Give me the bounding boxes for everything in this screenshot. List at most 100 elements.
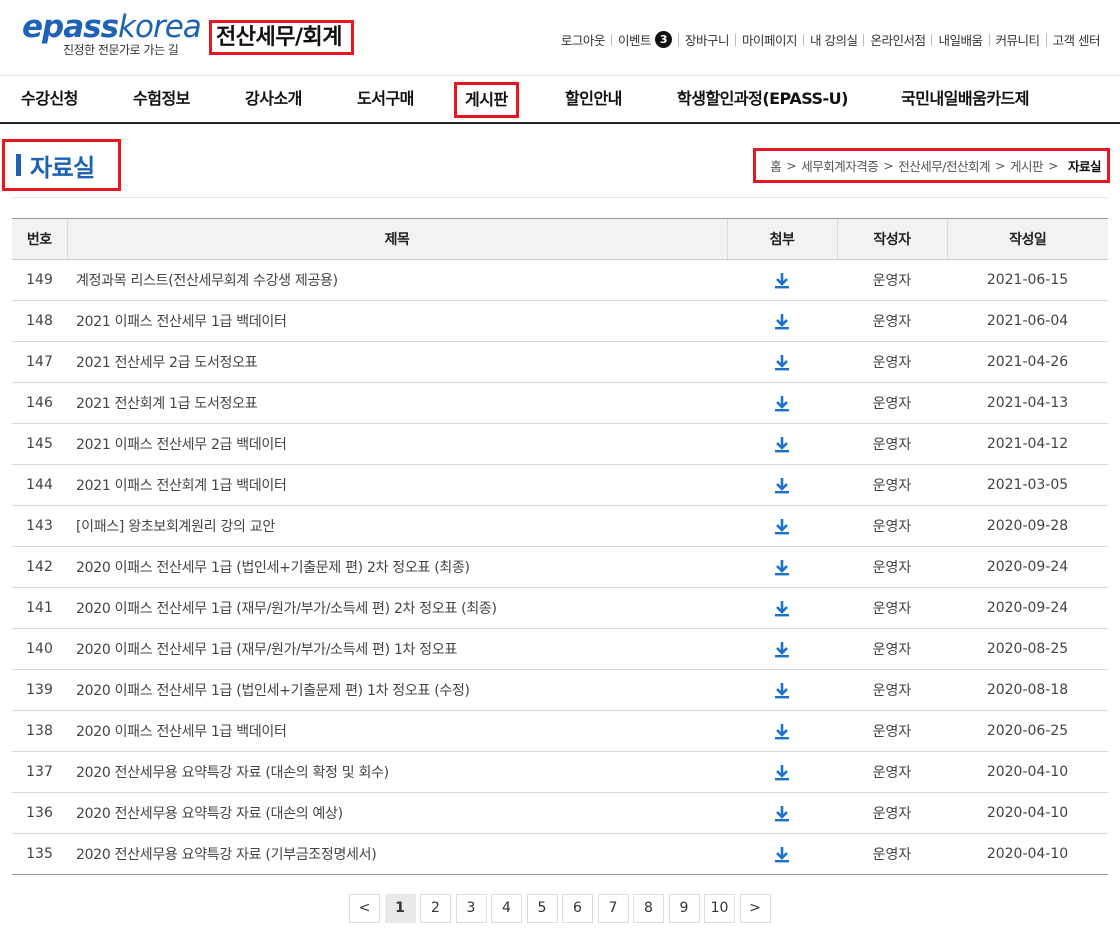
row-attachment [727, 259, 837, 301]
nav-student-discount[interactable]: 학생할인과정(EPASS-U) [677, 76, 848, 122]
row-title-link[interactable]: 2020 이패스 전산세무 1급 백데이터 [67, 710, 727, 752]
row-attachment [727, 751, 837, 793]
row-title-link[interactable]: 2021 이패스 전산세무 2급 백데이터 [67, 423, 727, 465]
page-10-button[interactable]: 10 [704, 894, 735, 923]
download-icon[interactable] [773, 394, 791, 412]
page-2-button[interactable]: 2 [420, 894, 451, 923]
row-number: 147 [12, 341, 67, 383]
row-title-link[interactable]: 2020 이패스 전산세무 1급 (재무/원가/부가/소득세 편) 1차 정오표 [67, 628, 727, 670]
row-title-link[interactable]: 계정과목 리스트(전산세무회계 수강생 제공용) [67, 259, 727, 301]
customer-center-link[interactable]: 고객 센터 [1053, 30, 1101, 49]
table-body: 149 계정과목 리스트(전산세무회계 수강생 제공용) 운영자 2021-06-15… [12, 259, 1108, 875]
row-date: 2020-04-10 [947, 833, 1108, 875]
row-title-link[interactable]: 2020 전산세무용 요약특강 자료 (대손의 확정 및 회수) [67, 751, 727, 793]
my-classroom-link[interactable]: 내 강의실 [810, 30, 858, 49]
page-1-button[interactable]: 1 [384, 894, 416, 923]
nav-discounts[interactable]: 할인안내 [565, 76, 622, 122]
table-row: 138 2020 이패스 전산세무 1급 백데이터 운영자 2020-06-25 [12, 710, 1108, 752]
download-icon[interactable] [773, 312, 791, 330]
download-icon[interactable] [773, 681, 791, 699]
row-title-link[interactable]: 2021 이패스 전산세무 1급 백데이터 [67, 300, 727, 342]
row-title-link[interactable]: 2021 전산회계 1급 도서정오표 [67, 382, 727, 424]
row-author: 운영자 [837, 259, 947, 301]
next-page-button[interactable]: > [739, 894, 771, 923]
download-icon[interactable] [773, 558, 791, 576]
nav-board[interactable]: 게시판 [454, 82, 519, 118]
row-title-link[interactable]: 2020 이패스 전산세무 1급 (재무/원가/부가/소득세 편) 2차 정오표… [67, 587, 727, 629]
row-number: 136 [12, 792, 67, 834]
row-number: 145 [12, 423, 67, 465]
download-icon[interactable] [773, 763, 791, 781]
row-author: 운영자 [837, 669, 947, 711]
nav-exam-info[interactable]: 수험정보 [133, 76, 190, 122]
page-title: 자료실 [2, 139, 121, 191]
mypage-link[interactable]: 마이페이지 [742, 30, 798, 49]
row-title-link[interactable]: 2020 이패스 전산세무 1급 (법인세+기출문제 편) 2차 정오표 (최종… [67, 546, 727, 588]
row-author: 운영자 [837, 300, 947, 342]
divider [863, 33, 865, 46]
download-icon[interactable] [773, 722, 791, 740]
row-number: 138 [12, 710, 67, 752]
logo-tagline: 진정한 전문가로 가는 길 [63, 43, 179, 57]
breadcrumb-board[interactable]: 게시판 [1010, 156, 1044, 175]
page-6-button[interactable]: 6 [562, 894, 593, 923]
epasskorea-logo[interactable]: epasskorea 진정한 전문가로 가는 길 [22, 10, 202, 60]
online-bookstore-link[interactable]: 온라인서점 [870, 30, 926, 49]
divider [802, 33, 804, 46]
download-icon[interactable] [773, 640, 791, 658]
row-title-link[interactable]: 2020 전산세무용 요약특강 자료 (기부금조정명세서) [67, 833, 727, 875]
download-icon[interactable] [773, 804, 791, 822]
page-9-button[interactable]: 9 [668, 894, 700, 923]
nav-naeil-card[interactable]: 국민내일배움카드제 [901, 76, 1029, 122]
row-title-link[interactable]: 2021 전산세무 2급 도서정오표 [67, 341, 727, 383]
breadcrumb-home[interactable]: 홈 [770, 156, 782, 175]
category-title[interactable]: 전산세무/회계 [209, 20, 354, 55]
page-title-text: 자료실 [30, 154, 95, 182]
prev-page-button[interactable]: < [349, 894, 380, 923]
row-date: 2021-03-05 [947, 464, 1108, 506]
naeil-baeum-link[interactable]: 내일배움 [938, 30, 983, 49]
download-icon[interactable] [773, 353, 791, 371]
row-author: 운영자 [837, 546, 947, 588]
page-8-button[interactable]: 8 [633, 894, 664, 923]
site-header: epasskorea 진정한 전문가로 가는 길 전산세무/회계 로그아웃 이벤… [0, 0, 1120, 76]
row-attachment [727, 628, 837, 670]
row-date: 2020-08-25 [947, 628, 1108, 670]
event-link[interactable]: 이벤트 3 [618, 30, 672, 49]
page-4-button[interactable]: 4 [491, 894, 522, 923]
row-title-link[interactable]: 2020 이패스 전산세무 1급 (법인세+기출문제 편) 1차 정오표 (수정… [67, 669, 727, 711]
row-title-link[interactable]: [이패스] 왕초보회계원리 강의 교안 [67, 505, 727, 547]
download-icon[interactable] [773, 845, 791, 863]
event-label: 이벤트 [617, 33, 652, 48]
row-title-link[interactable]: 2020 전산세무용 요약특강 자료 (대손의 예상) [67, 792, 727, 834]
breadcrumb-separator: > [883, 158, 894, 173]
page-7-button[interactable]: 7 [597, 894, 629, 923]
table-row: 145 2021 이패스 전산세무 2급 백데이터 운영자 2021-04-12 [12, 423, 1108, 465]
download-icon[interactable] [773, 271, 791, 289]
logout-link[interactable]: 로그아웃 [561, 30, 606, 49]
col-attachment: 첨부 [726, 218, 837, 260]
row-author: 운영자 [837, 423, 947, 465]
row-date: 2021-04-12 [947, 423, 1108, 465]
community-link[interactable]: 커뮤니티 [996, 30, 1041, 49]
breadcrumb-tax-accounting[interactable]: 세무회계자격증 [801, 156, 879, 175]
nav-instructors[interactable]: 강사소개 [245, 76, 302, 122]
row-attachment [727, 587, 837, 629]
row-attachment [727, 341, 837, 383]
nav-book-purchase[interactable]: 도서구매 [357, 76, 414, 122]
download-icon[interactable] [773, 435, 791, 453]
download-icon[interactable] [773, 599, 791, 617]
col-author: 작성자 [836, 218, 947, 260]
download-icon[interactable] [773, 517, 791, 535]
page-3-button[interactable]: 3 [455, 894, 487, 923]
breadcrumb-computerized-tax[interactable]: 전산세무/전산회계 [898, 156, 990, 175]
row-title-link[interactable]: 2021 이패스 전산회계 1급 백데이터 [67, 464, 727, 506]
breadcrumb-separator: > [1048, 158, 1058, 173]
table-row: 142 2020 이패스 전산세무 1급 (법인세+기출문제 편) 2차 정오표 … [12, 546, 1108, 588]
row-date: 2020-04-10 [947, 792, 1108, 834]
page-5-button[interactable]: 5 [526, 894, 558, 923]
row-date: 2020-06-25 [947, 710, 1108, 752]
cart-link[interactable]: 장바구니 [685, 30, 730, 49]
download-icon[interactable] [773, 476, 791, 494]
nav-course-registration[interactable]: 수강신청 [21, 76, 78, 122]
